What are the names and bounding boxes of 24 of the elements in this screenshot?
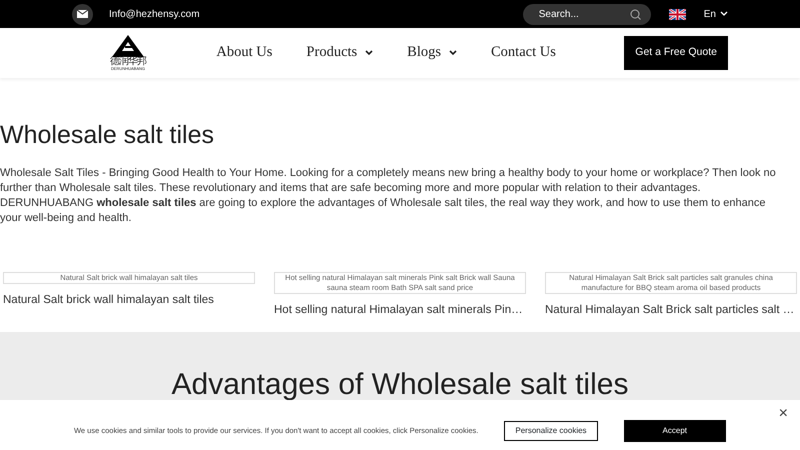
nav-link[interactable]: Contact Us bbox=[491, 42, 556, 64]
mail-icon bbox=[72, 4, 93, 24]
nav-link[interactable]: Blogs bbox=[407, 42, 458, 64]
email-link[interactable]: Info@hezhensy.com bbox=[109, 6, 200, 22]
caret-icon bbox=[720, 11, 728, 17]
search-icon bbox=[630, 8, 641, 20]
quote-button[interactable]: Get a Free Quote bbox=[624, 36, 728, 70]
search-field[interactable]: Search... bbox=[536, 6, 627, 22]
section-heading: Advantages of Wholesale salt tiles bbox=[170, 367, 630, 401]
search-bar[interactable]: Search... bbox=[522, 4, 651, 24]
close-button[interactable]: × bbox=[778, 406, 788, 422]
flag-icon bbox=[668, 8, 686, 20]
logo-text: 德润华邦 bbox=[110, 57, 146, 67]
nav-link[interactable]: About Us bbox=[216, 42, 272, 64]
product-title[interactable]: Natural Salt brick wall himalayan salt tiles bbox=[3, 292, 255, 310]
nav-link[interactable]: Products bbox=[306, 42, 374, 64]
page-title: Wholesale salt tiles bbox=[0, 120, 215, 150]
language-selector[interactable]: En bbox=[704, 6, 728, 22]
intro-paragraph: Wholesale Salt Tiles - Bringing Good Health to Your Home. Looking for a completely means new bring a healthy body to your home or workplace? Then look no further than Wholesale salt tiles. These revolutionary and items that are safe becoming more and more popular with relation to their advantages. DERUNHUABANG wholesale salt tiles are going to explore the advantages of Wholesale salt tiles, the real way they work, and how to use them to enhance your well-being and health. bbox=[0, 166, 777, 226]
product-title[interactable]: Natural Himalayan Salt Brick salt particles salt … bbox=[545, 302, 797, 320]
accept-button[interactable]: Accept bbox=[624, 420, 726, 442]
logo-icon bbox=[112, 35, 144, 57]
personalize-cookies-button[interactable]: Personalize cookies bbox=[504, 421, 598, 441]
product-title[interactable]: Hot selling natural Himalayan salt minerals Pin… bbox=[274, 302, 526, 320]
